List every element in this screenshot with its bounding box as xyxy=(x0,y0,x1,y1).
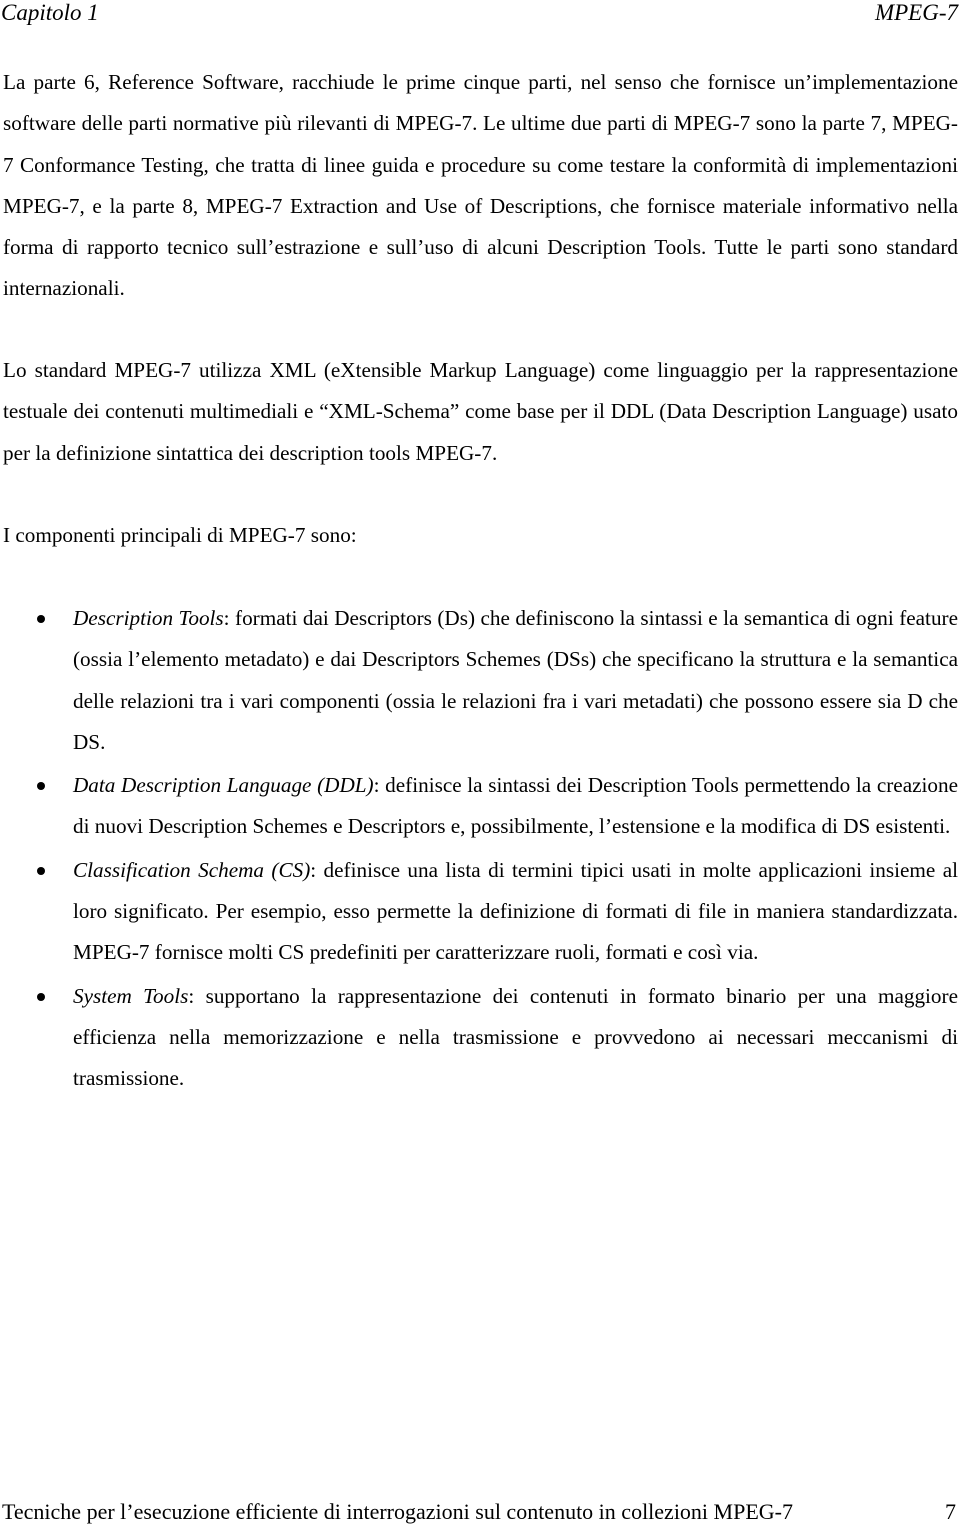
chapter-label: Capitolo 1 xyxy=(1,0,99,25)
paragraph-xml-standard: Lo standard MPEG-7 utilizza XML (eXtensi… xyxy=(3,358,958,465)
list-item-ddl: Data Description Language (DDL): definis… xyxy=(0,765,958,848)
paragraph-components-intro: I componenti principali di MPEG-7 sono: xyxy=(3,523,357,547)
page-footer: Tecniche per l’esecuzione efficiente di … xyxy=(0,1497,960,1527)
list-item-description-tools: Description Tools: formati dai Descripto… xyxy=(0,598,958,763)
page-header: Capitolo 1 MPEG-7 xyxy=(0,0,960,28)
paragraph-reference-software: La parte 6, Reference Software, racchiud… xyxy=(3,70,958,301)
footer-title: Tecniche per l’esecuzione efficiente di … xyxy=(2,1499,793,1524)
component-term: System Tools xyxy=(73,983,189,1008)
list-item-classification-schema: Classification Schema (CS): definisce un… xyxy=(0,850,958,974)
component-term: Description Tools xyxy=(73,606,224,630)
component-term: Classification Schema (CS) xyxy=(73,857,311,882)
bullet-icon xyxy=(37,782,45,791)
bullet-icon xyxy=(37,866,45,875)
component-term: Data Description Language (DDL) xyxy=(73,773,374,798)
bullet-icon xyxy=(37,992,45,1001)
section-label: MPEG-7 xyxy=(874,0,958,25)
component-description: supportano la rappresentazione dei conte… xyxy=(73,983,958,1091)
components-list: Description Tools: formati dai Descripto… xyxy=(0,598,960,1102)
list-item-system-tools: System Tools: supportano la rappresentaz… xyxy=(0,976,958,1100)
bullet-icon xyxy=(37,615,45,623)
page-number: 7 xyxy=(945,1499,956,1524)
